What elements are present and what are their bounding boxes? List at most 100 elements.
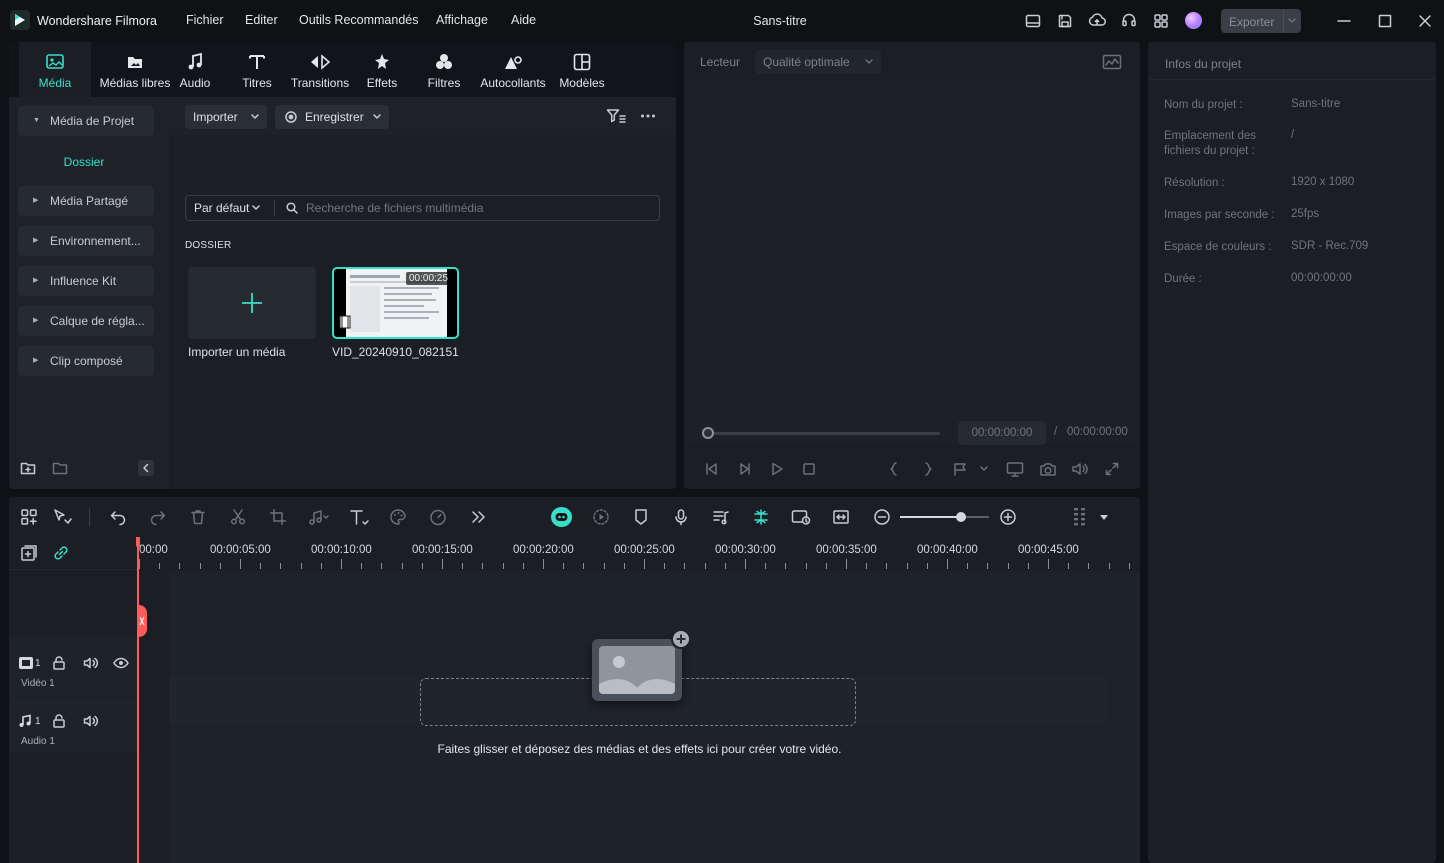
minimize-icon[interactable] xyxy=(1337,14,1351,28)
record-button[interactable]: Enregistrer xyxy=(275,105,389,129)
filter-sort-icon[interactable] xyxy=(606,108,626,124)
snapshot-camera-icon[interactable] xyxy=(1039,461,1057,477)
sidebar-item-influence-kit[interactable]: ▶ Influence Kit xyxy=(18,266,154,296)
volume-icon[interactable] xyxy=(83,714,99,728)
media-clip-thumbnail[interactable]: 00:00:25 xyxy=(332,267,459,339)
link-icon[interactable] xyxy=(52,544,70,562)
remove-folder-icon[interactable] xyxy=(52,460,68,476)
ruler-label: 00:00:20:00 xyxy=(513,544,574,556)
sidebar-item-environment[interactable]: ▶ Environnement... xyxy=(18,226,154,256)
marker-icon[interactable] xyxy=(632,508,650,526)
menu-aide[interactable]: Aide xyxy=(511,13,536,27)
select-tool-icon[interactable] xyxy=(52,508,72,526)
menu-fichier[interactable]: Fichier xyxy=(186,13,224,27)
sort-dropdown[interactable]: Par défaut xyxy=(186,196,274,220)
more-tools-icon[interactable] xyxy=(469,508,487,526)
info-value-colorspace: SDR - Rec.709 xyxy=(1291,240,1369,252)
audio-adjust-icon[interactable] xyxy=(306,508,330,526)
new-folder-icon[interactable] xyxy=(20,460,36,476)
tab-titles[interactable]: Titres xyxy=(221,42,293,97)
stop-icon[interactable] xyxy=(801,461,817,477)
undo-icon[interactable] xyxy=(109,508,127,526)
save-icon[interactable] xyxy=(1057,13,1073,29)
cloud-upload-icon[interactable] xyxy=(1088,12,1106,29)
speed-icon[interactable] xyxy=(429,508,447,526)
plus-icon xyxy=(676,634,686,644)
fullscreen-icon[interactable] xyxy=(1104,461,1120,477)
playhead-head[interactable] xyxy=(136,537,140,547)
export-button[interactable]: Exporter xyxy=(1221,9,1301,33)
maximize-icon[interactable] xyxy=(1378,14,1392,28)
microphone-icon[interactable] xyxy=(672,508,690,526)
user-avatar[interactable] xyxy=(1185,12,1202,29)
menu-outils[interactable]: Outils Recommandés xyxy=(299,13,419,27)
zoom-slider-handle[interactable] xyxy=(955,512,966,522)
sidebar-item-adjustment-layer[interactable]: ▶ Calque de régla... xyxy=(18,306,154,336)
sidebar-folder[interactable]: Dossier xyxy=(9,155,159,169)
redo-icon[interactable] xyxy=(149,508,167,526)
total-time: 00:00:00:00 xyxy=(1067,426,1128,438)
volume-icon[interactable] xyxy=(1071,461,1089,477)
snap-magnet-icon[interactable] xyxy=(752,508,770,526)
next-frame-icon[interactable] xyxy=(736,461,752,477)
time-ruler[interactable]: 00:00 00:00:05:00 00:00:10:00 00:00:15:0… xyxy=(139,537,1140,571)
preview-line xyxy=(384,311,439,313)
mark-out-icon[interactable] xyxy=(922,461,934,477)
add-track-icon[interactable] xyxy=(20,544,38,562)
marker-dropdown-icon[interactable] xyxy=(952,461,988,477)
zoom-in-icon[interactable] xyxy=(999,508,1017,526)
tab-stickers[interactable]: Autocollants xyxy=(473,42,553,97)
delete-icon[interactable] xyxy=(189,508,207,526)
ai-assistant-icon[interactable] xyxy=(551,507,572,527)
track-settings-icon[interactable] xyxy=(1072,506,1088,528)
caret-down-icon: ▼ xyxy=(33,117,40,124)
progress-handle[interactable] xyxy=(702,427,714,439)
zoom-slider-fill xyxy=(900,516,961,518)
caret-down-icon[interactable] xyxy=(1100,515,1108,521)
unlock-icon[interactable] xyxy=(52,656,66,670)
unlock-icon[interactable] xyxy=(52,714,66,728)
text-tool-icon[interactable] xyxy=(349,508,369,526)
search-input[interactable] xyxy=(306,198,646,218)
add-media-badge[interactable] xyxy=(671,629,691,649)
display-settings-icon[interactable] xyxy=(1006,461,1024,477)
sidebar-item-shared-media[interactable]: ▶ Média Partagé xyxy=(18,186,154,216)
playhead-line[interactable] xyxy=(137,537,139,863)
audio-track-icon[interactable] xyxy=(712,508,730,526)
preview-render-icon[interactable] xyxy=(791,508,811,526)
menu-editer[interactable]: Editer xyxy=(245,13,278,27)
current-time[interactable]: 00:00:00:00 xyxy=(958,421,1046,445)
apps-grid-icon[interactable] xyxy=(1153,13,1169,29)
more-options-icon[interactable] xyxy=(640,108,656,124)
tab-filters[interactable]: Filtres xyxy=(408,42,480,97)
layout-icon[interactable] xyxy=(1025,13,1041,29)
tab-templates[interactable]: Modèles xyxy=(546,42,618,97)
volume-icon[interactable] xyxy=(83,656,99,670)
chevron-down-icon xyxy=(865,59,873,64)
playhead-handle[interactable] xyxy=(137,605,147,637)
collapse-sidebar-button[interactable] xyxy=(138,460,154,476)
headset-icon[interactable] xyxy=(1121,12,1137,29)
layout-switch-icon[interactable] xyxy=(20,508,38,526)
tab-media[interactable]: Média xyxy=(19,42,91,97)
progress-track[interactable] xyxy=(708,432,940,435)
scissors-icon[interactable] xyxy=(229,508,247,526)
previous-frame-icon[interactable] xyxy=(704,461,720,477)
close-icon[interactable] xyxy=(1418,14,1432,28)
sidebar-item-label: Média Partagé xyxy=(50,194,129,208)
menu-affichage[interactable]: Affichage xyxy=(436,13,488,27)
crop-icon[interactable] xyxy=(269,508,287,526)
color-palette-icon[interactable] xyxy=(389,508,407,526)
eye-icon[interactable] xyxy=(113,657,129,669)
import-button[interactable]: Importer xyxy=(185,105,267,129)
fit-timeline-icon[interactable] xyxy=(832,508,850,526)
mark-in-icon[interactable] xyxy=(888,461,900,477)
waveform-monitor-icon[interactable] xyxy=(1102,54,1122,70)
sidebar-item-project-media[interactable]: ▼ Média de Projet xyxy=(18,106,154,136)
autoplay-icon[interactable] xyxy=(592,508,610,526)
quality-dropdown[interactable]: Qualité optimale xyxy=(755,50,881,74)
zoom-out-icon[interactable] xyxy=(873,508,891,526)
import-media-tile[interactable] xyxy=(188,267,316,339)
sidebar-item-compound-clip[interactable]: ▶ Clip composé xyxy=(18,346,154,376)
play-icon[interactable] xyxy=(769,461,785,477)
